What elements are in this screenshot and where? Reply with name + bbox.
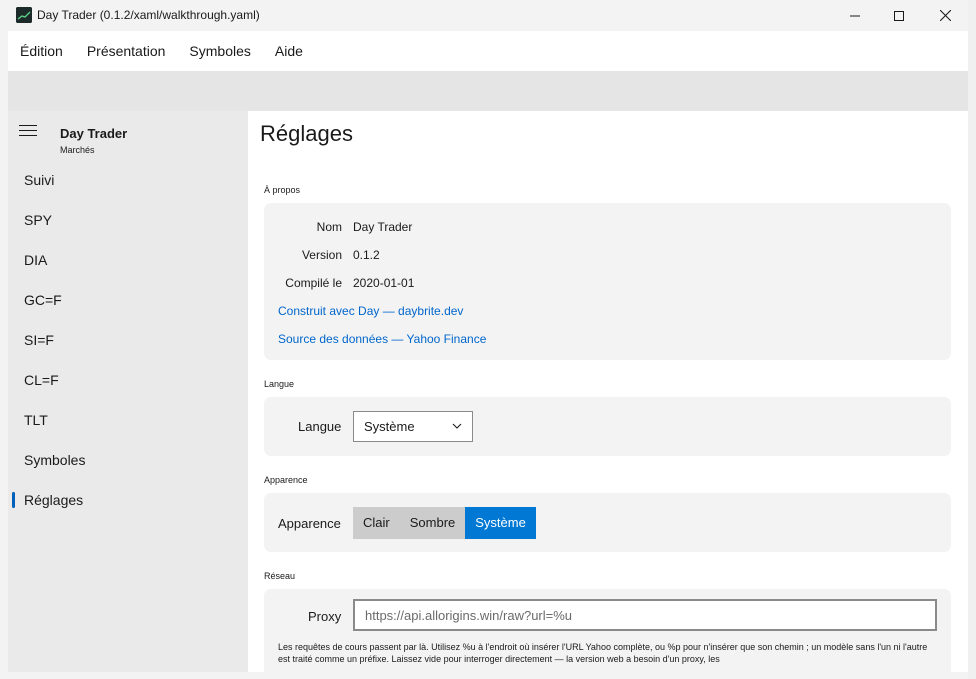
maximize-button[interactable] <box>876 0 922 31</box>
compiled-value: 2020-01-01 <box>353 276 415 290</box>
sidebar-item-suivi[interactable]: Suivi <box>8 160 248 200</box>
appearance-label: Apparence <box>278 516 341 531</box>
app-window: Day Trader (0.1.2/xaml/walkthrough.yaml)… <box>0 0 976 679</box>
sidebar-item-dia[interactable]: DIA <box>8 240 248 280</box>
sidebar-item-spy[interactable]: SPY <box>8 200 248 240</box>
page-title: Réglages <box>260 121 353 146</box>
name-label: Nom <box>316 220 342 234</box>
maximize-icon <box>894 10 904 21</box>
menu-edition[interactable]: Édition <box>8 31 75 71</box>
theme-option-light[interactable]: Clair <box>353 507 400 539</box>
close-icon <box>939 10 951 21</box>
version-value: 0.1.2 <box>353 248 380 262</box>
minimize-icon <box>850 15 860 16</box>
window-border <box>968 0 976 679</box>
proxy-input[interactable] <box>353 599 937 631</box>
name-value: Day Trader <box>353 220 413 234</box>
compiled-label: Compilé le <box>285 276 342 290</box>
language-card: Langue Système <box>264 397 951 456</box>
theme-option-system[interactable]: Système <box>465 507 536 539</box>
appearance-card: Apparence Clair Sombre Système <box>264 493 951 552</box>
sidebar-item-reglages[interactable]: Réglages <box>8 480 248 520</box>
proxy-label: Proxy <box>308 609 342 624</box>
language-select[interactable]: Système <box>353 411 473 442</box>
network-card: Proxy Les requêtes de cours passent par … <box>264 589 951 672</box>
sidebar-item-label: SPY <box>24 212 53 228</box>
section-label-language: Langue <box>264 379 295 389</box>
menu-bar: Édition Présentation Symboles Aide <box>8 31 968 71</box>
sidebar-item-label: TLT <box>24 412 48 428</box>
section-label-appearance: Apparence <box>264 475 308 485</box>
close-button[interactable] <box>922 0 968 31</box>
data-source-link[interactable]: Source des données — Yahoo Finance <box>278 332 486 346</box>
sidebar-item-si[interactable]: SI=F <box>8 320 248 360</box>
proxy-help-text: Les requêtes de cours passent par là. Ut… <box>278 642 928 664</box>
theme-option-dark[interactable]: Sombre <box>399 507 466 539</box>
sidebar-item-cl[interactable]: CL=F <box>8 360 248 400</box>
language-label: Langue <box>298 419 342 434</box>
sidebar-item-label: GC=F <box>24 292 62 308</box>
toolbar-band <box>8 71 968 111</box>
hamburger-menu-icon[interactable] <box>19 125 37 137</box>
menu-presentation[interactable]: Présentation <box>75 31 178 71</box>
sidebar-title: Day Trader <box>60 126 128 141</box>
sidebar-subtitle: Marchés <box>60 145 95 155</box>
menu-symboles[interactable]: Symboles <box>177 31 262 71</box>
section-label-network: Réseau <box>264 571 296 581</box>
window-title: Day Trader (0.1.2/xaml/walkthrough.yaml) <box>37 8 260 22</box>
about-card: Nom Day Trader Version 0.1.2 Compilé le … <box>264 203 951 360</box>
sidebar-item-label: Réglages <box>24 492 84 508</box>
sidebar-item-label: Suivi <box>24 172 55 188</box>
chevron-down-icon <box>452 423 462 429</box>
language-select-value: Système <box>364 419 415 434</box>
sidebar-item-tlt[interactable]: TLT <box>8 400 248 440</box>
sidebar: Day Trader Marchés Suivi SPY DIA GC=F SI… <box>8 111 248 672</box>
sidebar-item-label: SI=F <box>24 332 54 348</box>
section-label-about: À propos <box>264 185 301 195</box>
app-logo-icon <box>16 7 32 23</box>
sidebar-item-symboles[interactable]: Symboles <box>8 440 248 480</box>
built-with-link[interactable]: Construit avec Day — daybrite.dev <box>278 304 463 318</box>
sidebar-item-label: CL=F <box>24 372 59 388</box>
version-label: Version <box>301 248 342 262</box>
minimize-button[interactable] <box>832 0 878 31</box>
title-bar[interactable]: Day Trader (0.1.2/xaml/walkthrough.yaml) <box>8 0 968 31</box>
appearance-segmented-control: Clair Sombre Système <box>353 507 536 539</box>
sidebar-item-gc[interactable]: GC=F <box>8 280 248 320</box>
sidebar-item-label: Symboles <box>24 452 86 468</box>
menu-aide[interactable]: Aide <box>263 31 315 71</box>
sidebar-item-label: DIA <box>24 252 48 268</box>
settings-page: Réglages À propos Nom Day Trader Version… <box>248 111 968 672</box>
